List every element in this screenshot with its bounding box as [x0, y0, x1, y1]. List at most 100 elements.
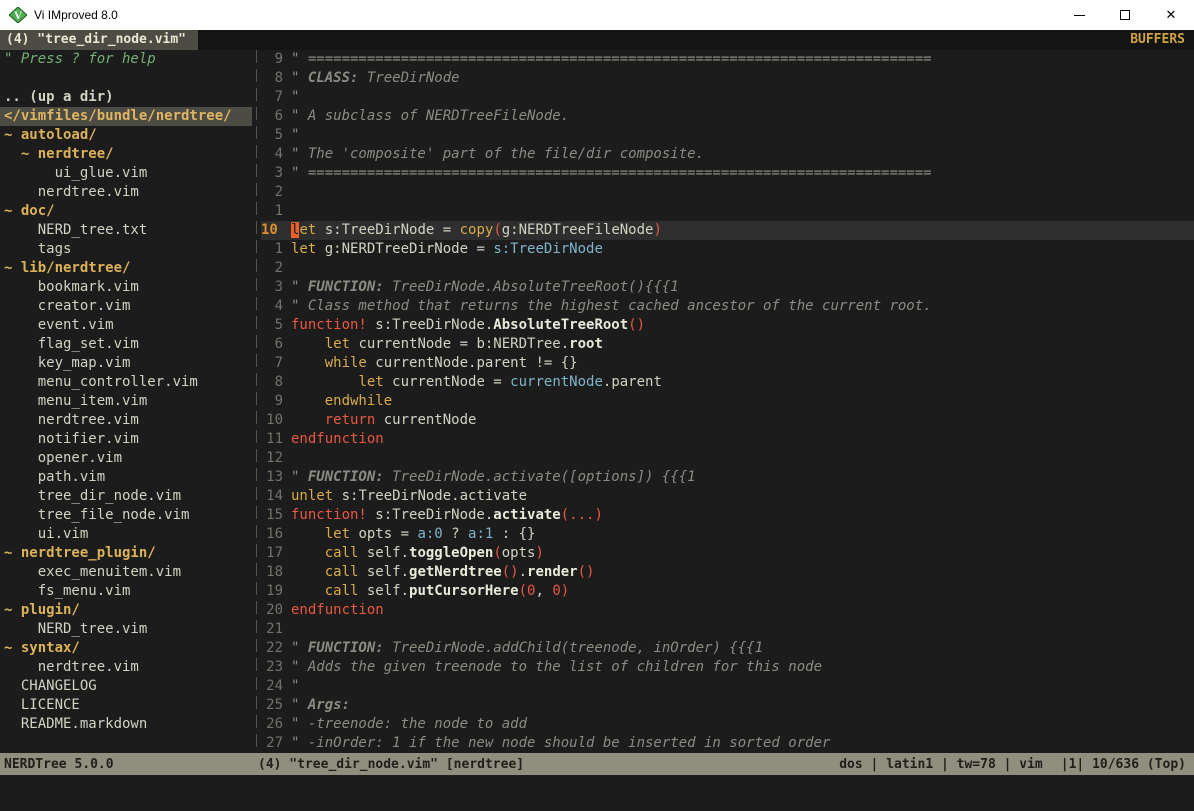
tree-file-item[interactable]: NERD_tree.txt [0, 221, 252, 240]
close-button[interactable]: ✕ [1148, 0, 1194, 30]
code-text: call self.toggleOpen(opts) [291, 544, 1194, 563]
code-token: (...) [561, 507, 603, 523]
code-text: let currentNode = b:NERDTree.root [291, 335, 1194, 354]
tree-file-item[interactable]: fs_menu.vim [0, 582, 252, 601]
code-line[interactable]: 19 call self.putCursorHere(0, 0) [261, 582, 1194, 601]
code-line[interactable]: 3" =====================================… [261, 164, 1194, 183]
code-line[interactable]: 9 endwhile [261, 392, 1194, 411]
code-line[interactable]: 15function! s:TreeDirNode.activate(...) [261, 506, 1194, 525]
tree-file-item[interactable]: tree_file_node.vim [0, 506, 252, 525]
code-line[interactable]: 1let g:NERDTreeDirNode = s:TreeDirNode [261, 240, 1194, 259]
code-line[interactable]: 26" -treenode: the node to add [261, 715, 1194, 734]
maximize-button[interactable] [1102, 0, 1148, 30]
code-line[interactable]: 18 call self.getNerdtree().render() [261, 563, 1194, 582]
code-line[interactable]: 20endfunction [261, 601, 1194, 620]
code-token: ( [493, 545, 501, 561]
code-token: function! [291, 507, 367, 523]
tree-file-item[interactable]: menu_item.vim [0, 392, 252, 411]
code-line[interactable]: 4" Class method that returns the highest… [261, 297, 1194, 316]
tree-file-item[interactable]: ui_glue.vim [0, 164, 252, 183]
code-line[interactable]: 21 [261, 620, 1194, 639]
code-token: " ======================================… [291, 165, 932, 181]
tree-root-item[interactable]: </vimfiles/bundle/nerdtree/ [0, 107, 252, 126]
code-line[interactable]: 11endfunction [261, 430, 1194, 449]
tree-up-item[interactable]: .. (up a dir) [0, 88, 252, 107]
code-line[interactable]: 2 [261, 183, 1194, 202]
code-line[interactable]: 4" The 'composite' part of the file/dir … [261, 145, 1194, 164]
tree-file-item[interactable]: path.vim [0, 468, 252, 487]
line-number: 10 [261, 411, 283, 430]
code-line[interactable]: 13" FUNCTION: TreeDirNode.activate([opti… [261, 468, 1194, 487]
code-line[interactable]: 9" =====================================… [261, 50, 1194, 69]
code-token [291, 583, 325, 599]
tree-file-item[interactable]: CHANGELOG [0, 677, 252, 696]
code-token: let [325, 336, 350, 352]
tree-file-item[interactable]: README.markdown [0, 715, 252, 734]
code-line[interactable]: 25" Args: [261, 696, 1194, 715]
code-line[interactable]: 5function! s:TreeDirNode.AbsoluteTreeRoo… [261, 316, 1194, 335]
code-token [291, 355, 325, 371]
tree-file-item[interactable]: nerdtree.vim [0, 658, 252, 677]
tree-file-item[interactable]: opener.vim [0, 449, 252, 468]
code-token: CLASS: [308, 70, 359, 86]
code-line[interactable]: 1 [261, 202, 1194, 221]
code-token: a:0 [417, 526, 442, 542]
code-text: " [291, 126, 1194, 145]
code-line[interactable]: 14unlet s:TreeDirNode.activate [261, 487, 1194, 506]
tree-file-item[interactable]: ui.vim [0, 525, 252, 544]
tree-file-item[interactable]: tree_dir_node.vim [0, 487, 252, 506]
code-text: let currentNode = currentNode.parent [291, 373, 1194, 392]
code-line[interactable]: 2 [261, 259, 1194, 278]
code-line[interactable]: 23" Adds the given treenode to the list … [261, 658, 1194, 677]
window-split-separator[interactable] [252, 50, 261, 753]
tree-file-item[interactable]: nerdtree.vim [0, 411, 252, 430]
code-line[interactable]: 22" FUNCTION: TreeDirNode.addChild(treen… [261, 639, 1194, 658]
tree-dir-item[interactable]: ~ nerdtree/ [0, 145, 252, 164]
code-line[interactable]: 3" FUNCTION: TreeDirNode.AbsoluteTreeRoo… [261, 278, 1194, 297]
tree-file-item[interactable]: flag_set.vim [0, 335, 252, 354]
tree-file-item[interactable]: event.vim [0, 316, 252, 335]
code-line[interactable]: 24" [261, 677, 1194, 696]
tree-file-item[interactable]: LICENCE [0, 696, 252, 715]
code-line[interactable]: 8" CLASS: TreeDirNode [261, 69, 1194, 88]
tree-dir-item[interactable]: ~ doc/ [0, 202, 252, 221]
code-line[interactable]: 6 let currentNode = b:NERDTree.root [261, 335, 1194, 354]
code-line[interactable]: 16 let opts = a:0 ? a:1 : {} [261, 525, 1194, 544]
editor-panel[interactable]: 9" =====================================… [261, 50, 1194, 753]
tree-dir-item[interactable]: ~ autoload/ [0, 126, 252, 145]
code-token [291, 336, 325, 352]
code-line[interactable]: 5" [261, 126, 1194, 145]
tree-file-item[interactable]: NERD_tree.vim [0, 620, 252, 639]
code-line[interactable]: 7" [261, 88, 1194, 107]
code-line[interactable]: 10 return currentNode [261, 411, 1194, 430]
buffer-status: (4) "tree_dir_node.vim" [nerdtree] [258, 757, 524, 772]
code-line[interactable]: 17 call self.toggleOpen(opts) [261, 544, 1194, 563]
tree-file-item[interactable]: exec_menuitem.vim [0, 563, 252, 582]
tree-dir-item[interactable]: ~ syntax/ [0, 639, 252, 658]
tree-file-item[interactable]: bookmark.vim [0, 278, 252, 297]
minimize-button[interactable] [1056, 0, 1102, 30]
tree-file-item[interactable]: key_map.vim [0, 354, 252, 373]
tree-dir-item[interactable]: ~ lib/nerdtree/ [0, 259, 252, 278]
line-number: 1 [261, 240, 283, 259]
command-line[interactable] [0, 775, 1194, 811]
code-line[interactable]: 7 while currentNode.parent != {} [261, 354, 1194, 373]
nerdtree-panel[interactable]: " Press ? for help .. (up a dir)</vimfil… [0, 50, 252, 753]
tree-dir-item[interactable]: ~ nerdtree_plugin/ [0, 544, 252, 563]
tree-file-item[interactable]: nerdtree.vim [0, 183, 252, 202]
tab-tree-dir-node[interactable]: (4) "tree_dir_node.vim" [0, 30, 198, 50]
code-token: " ======================================… [291, 51, 932, 67]
code-line[interactable]: 12 [261, 449, 1194, 468]
tree-file-item[interactable]: creator.vim [0, 297, 252, 316]
tree-file-item[interactable]: menu_controller.vim [0, 373, 252, 392]
code-text: endwhile [291, 392, 1194, 411]
code-token: a:1 [468, 526, 493, 542]
code-text: " Adds the given treenode to the list of… [291, 658, 1194, 677]
code-line[interactable]: 27" -inOrder: 1 if the new node should b… [261, 734, 1194, 753]
code-line[interactable]: 10let s:TreeDirNode = copy(g:NERDTreeFil… [261, 221, 1194, 240]
tree-file-item[interactable]: tags [0, 240, 252, 259]
tree-dir-item[interactable]: ~ plugin/ [0, 601, 252, 620]
code-line[interactable]: 8 let currentNode = currentNode.parent [261, 373, 1194, 392]
tree-file-item[interactable]: notifier.vim [0, 430, 252, 449]
code-line[interactable]: 6" A subclass of NERDTreeFileNode. [261, 107, 1194, 126]
